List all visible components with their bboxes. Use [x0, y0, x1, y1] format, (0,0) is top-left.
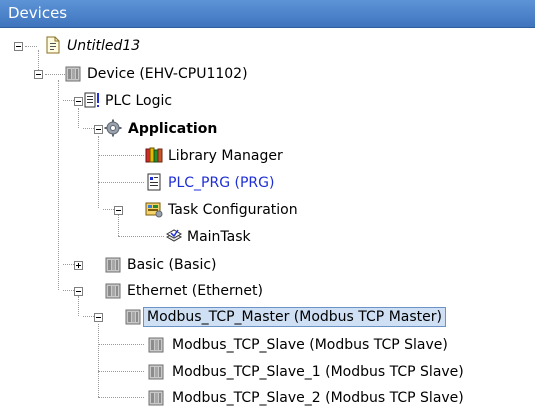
tree-label-device: Device (EHV-CPU1102)	[87, 66, 248, 82]
collapse-toggle[interactable]	[34, 70, 43, 79]
tree-node-device[interactable]: Device (EHV-CPU1102)	[0, 61, 535, 87]
program-icon	[147, 173, 161, 191]
tree-label-project: Untitled13	[67, 38, 141, 54]
devices-panel: Devices Untitled13 Device (EHV-CPU1102) …	[0, 0, 535, 411]
tree-node-modbus-slave[interactable]: Modbus_TCP_Slave (Modbus TCP Slave)	[0, 332, 535, 358]
tree-label-main-task: MainTask	[187, 229, 251, 245]
device-icon	[148, 364, 164, 380]
task-config-icon	[145, 202, 163, 218]
panel-title-bar: Devices	[0, 0, 535, 28]
project-icon	[46, 36, 60, 54]
tree-label-plc-logic: PLC Logic	[105, 93, 173, 109]
collapse-toggle[interactable]	[74, 287, 83, 296]
device-tree: Untitled13 Device (EHV-CPU1102) PLC Logi…	[0, 28, 535, 411]
library-books-icon	[145, 147, 163, 163]
device-icon	[148, 337, 164, 353]
tree-node-main-task[interactable]: MainTask	[0, 224, 535, 250]
device-icon	[65, 66, 81, 82]
expand-toggle[interactable]	[74, 261, 83, 270]
tree-node-task-configuration[interactable]: Task Configuration	[0, 197, 535, 223]
device-icon	[105, 257, 121, 273]
tree-node-modbus-master[interactable]: Modbus_TCP_Master (Modbus TCP Master)	[0, 304, 535, 330]
device-icon	[105, 283, 121, 299]
tree-label-modbus-slave: Modbus_TCP_Slave (Modbus TCP Slave)	[172, 337, 448, 353]
tree-label-basic: Basic (Basic)	[127, 257, 217, 273]
tree-label-modbus-slave-2: Modbus_TCP_Slave_2 (Modbus TCP Slave)	[172, 390, 464, 406]
tree-node-library-manager[interactable]: Library Manager	[0, 143, 535, 169]
device-icon	[148, 390, 164, 406]
collapse-toggle[interactable]	[74, 97, 83, 106]
tree-label-modbus-slave-1: Modbus_TCP_Slave_1 (Modbus TCP Slave)	[172, 364, 464, 380]
tree-label-library-manager: Library Manager	[168, 148, 283, 164]
tree-node-basic[interactable]: Basic (Basic)	[0, 252, 535, 278]
plc-logic-icon	[84, 92, 99, 108]
tree-node-plc-logic[interactable]: PLC Logic	[0, 88, 535, 114]
gear-icon	[104, 119, 122, 137]
tree-label-plc-prg: PLC_PRG (PRG)	[168, 175, 275, 191]
tree-node-ethernet[interactable]: Ethernet (Ethernet)	[0, 278, 535, 304]
tree-label-application: Application	[128, 121, 218, 137]
tree-node-project[interactable]: Untitled13	[0, 33, 535, 59]
tree-label-ethernet: Ethernet (Ethernet)	[127, 283, 263, 299]
device-icon	[125, 309, 141, 325]
tree-node-plc-prg[interactable]: PLC_PRG (PRG)	[0, 170, 535, 196]
tree-node-application[interactable]: Application	[0, 116, 535, 142]
task-icon	[165, 229, 183, 242]
tree-label-task-configuration: Task Configuration	[168, 202, 298, 218]
tree-node-modbus-slave-2[interactable]: Modbus_TCP_Slave_2 (Modbus TCP Slave)	[0, 385, 535, 411]
panel-title: Devices	[8, 4, 68, 22]
collapse-toggle[interactable]	[94, 313, 103, 322]
tree-node-modbus-slave-1[interactable]: Modbus_TCP_Slave_1 (Modbus TCP Slave)	[0, 359, 535, 385]
collapse-toggle[interactable]	[114, 206, 123, 215]
collapse-toggle[interactable]	[14, 42, 23, 51]
tree-label-modbus-master: Modbus_TCP_Master (Modbus TCP Master)	[143, 307, 446, 327]
collapse-toggle[interactable]	[94, 125, 103, 134]
